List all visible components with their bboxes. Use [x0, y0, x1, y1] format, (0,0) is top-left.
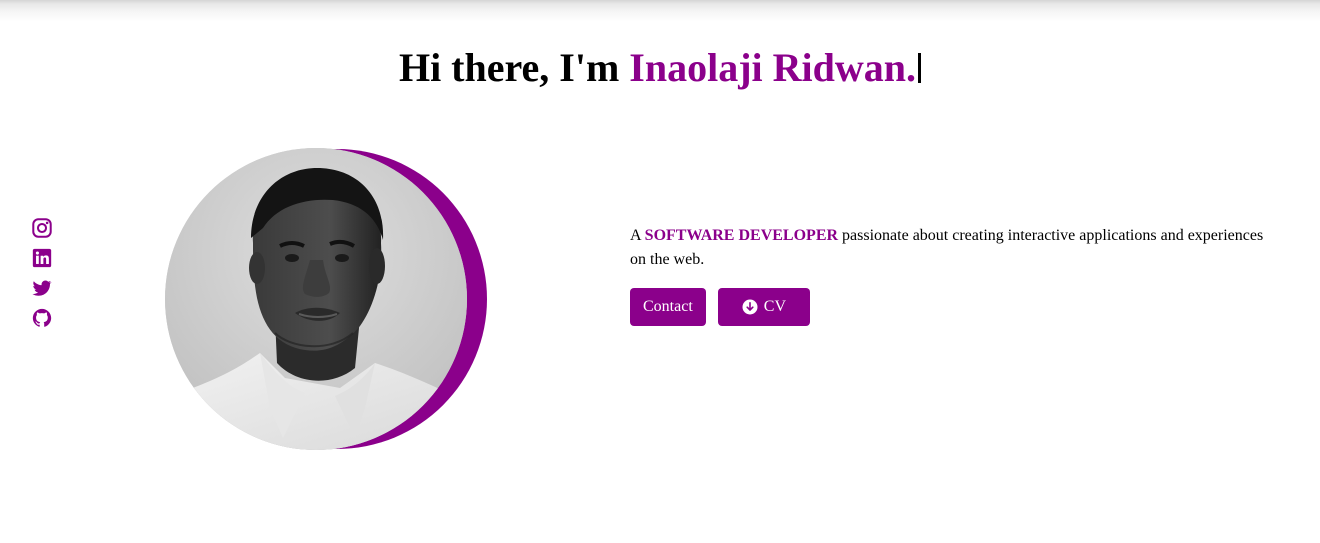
profile-photo [165, 148, 467, 450]
profile-picture-container [165, 148, 489, 450]
contact-button-label: Contact [643, 298, 693, 315]
action-buttons: Contact CV [630, 288, 810, 326]
role-highlight: SOFTWARE DEVELOPER [644, 227, 839, 244]
instagram-link[interactable] [31, 217, 53, 239]
typing-cursor [918, 53, 922, 83]
download-cv-button[interactable]: CV [717, 288, 810, 326]
intro-paragraph: A SOFTWARE DEVELOPER passionate about cr… [630, 224, 1280, 272]
instagram-icon [32, 218, 52, 238]
social-links [31, 217, 53, 337]
github-link[interactable] [31, 307, 53, 329]
contact-button[interactable]: Contact [630, 288, 706, 326]
page-title: Hi there, I'm Inaolaji Ridwan. [0, 42, 1320, 94]
author-name: Inaolaji Ridwan. [629, 45, 917, 90]
header-shadow [0, 0, 1320, 22]
download-circle-icon [742, 299, 758, 315]
linkedin-icon [32, 248, 52, 268]
greeting-text: Hi there, I'm [398, 45, 620, 90]
cv-button-label: CV [763, 298, 786, 315]
linkedin-link[interactable] [31, 247, 53, 269]
twitter-link[interactable] [31, 277, 53, 299]
intro-prefix: A [630, 227, 641, 244]
github-icon [32, 308, 52, 327]
twitter-icon [32, 280, 52, 296]
